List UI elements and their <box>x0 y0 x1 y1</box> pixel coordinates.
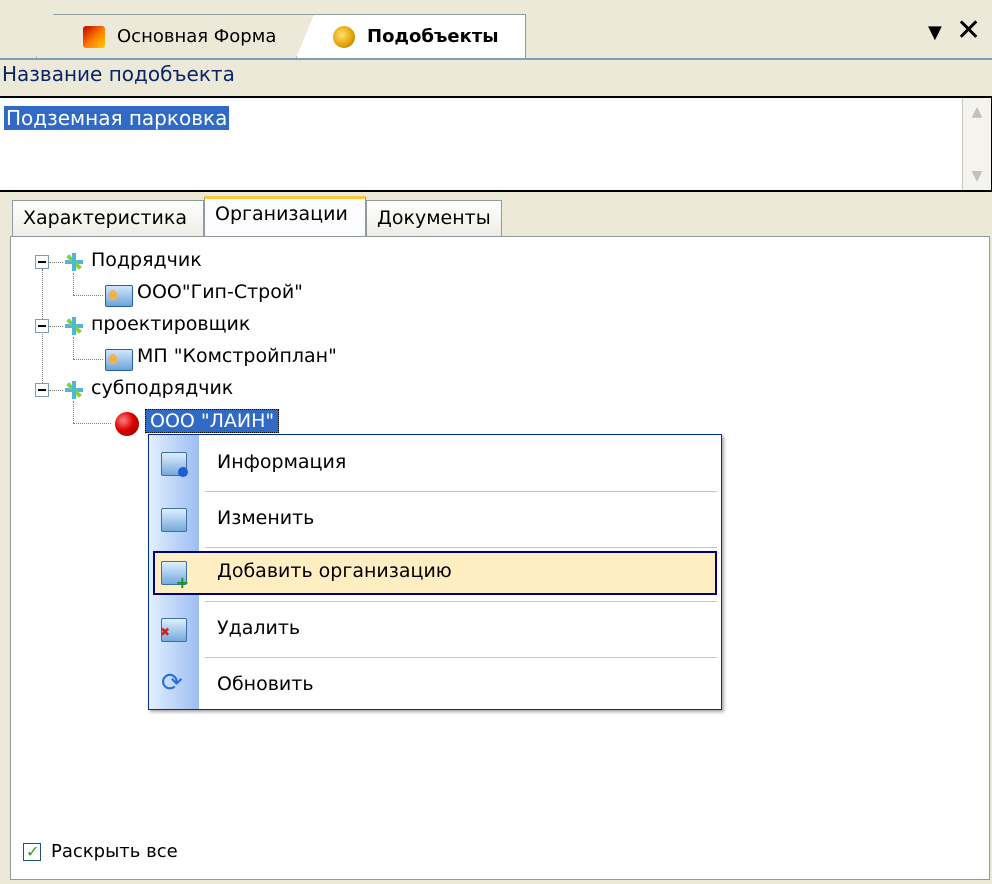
tree-connector <box>49 326 63 327</box>
expand-all-checkbox-row[interactable]: ✓ Раскрыть все <box>23 841 178 862</box>
document-tab-strip: Основная Форма Подобъекты ▼ ✕ <box>0 0 992 60</box>
delete-icon <box>160 618 187 642</box>
scroll-down-icon[interactable]: ▼ <box>963 162 991 190</box>
main-form-icon <box>83 25 105 48</box>
organization-icon <box>105 349 133 371</box>
tab-subobjects-label: Подобъекты <box>367 26 499 47</box>
tab-characteristics[interactable]: Характеристика <box>12 200 204 238</box>
tree-connector <box>73 423 111 424</box>
menu-separator <box>205 491 717 492</box>
collapse-toggle[interactable] <box>35 383 49 397</box>
menu-item-label: Удалить <box>217 617 301 639</box>
tree-group-designer[interactable]: проектировщик <box>91 313 250 335</box>
tree-connector <box>73 401 74 423</box>
dropdown-arrow-icon[interactable]: ▼ <box>928 22 942 43</box>
tree-connector <box>73 273 74 295</box>
menu-item-label: Информация <box>217 451 347 473</box>
menu-item-edit[interactable]: Изменить <box>149 495 721 545</box>
tree-node-gip-stroy[interactable]: ООО"Гип-Строй" <box>137 281 303 303</box>
tree-group-subcontractor[interactable]: субподрядчик <box>91 377 233 399</box>
tree-connector <box>73 295 103 296</box>
group-icon <box>63 315 85 337</box>
collapse-toggle[interactable] <box>35 319 49 333</box>
menu-item-label: Добавить организацию <box>217 560 452 582</box>
tab-main-form-label: Основная Форма <box>117 26 277 47</box>
menu-separator <box>205 657 717 658</box>
tree-node-komstroyplan[interactable]: МП "Комстройплан" <box>137 345 337 367</box>
tree-connector <box>73 337 74 359</box>
menu-item-label: Изменить <box>217 507 315 529</box>
tab-documents[interactable]: Документы <box>366 200 502 238</box>
menu-item-delete[interactable]: Удалить <box>149 605 721 655</box>
name-field-scrollbar[interactable]: ▲ ▼ <box>962 98 991 190</box>
subobject-name-value[interactable]: Подземная парковка <box>4 106 230 130</box>
menu-item-information[interactable]: Информация <box>149 439 721 489</box>
error-status-icon <box>115 412 139 436</box>
tab-organizations[interactable]: Организации <box>204 196 366 238</box>
menu-item-refresh[interactable]: Обновить <box>149 661 721 711</box>
group-icon <box>63 379 85 401</box>
tree-group-contractor[interactable]: Подрядчик <box>91 249 202 271</box>
expand-all-checkbox[interactable]: ✓ <box>23 841 41 861</box>
context-menu: Информация Изменить Добавить организацию… <box>148 434 722 710</box>
subobjects-icon <box>333 25 355 48</box>
add-icon <box>161 561 189 592</box>
expand-all-label[interactable]: Раскрыть все <box>51 841 178 862</box>
tree-connector <box>49 262 63 263</box>
collapse-toggle[interactable] <box>35 255 49 269</box>
menu-item-label: Обновить <box>217 673 314 695</box>
scroll-up-icon[interactable]: ▲ <box>963 98 991 126</box>
tab-subobjects[interactable]: Подобъекты <box>296 14 526 58</box>
menu-separator <box>205 601 717 602</box>
refresh-icon <box>161 668 185 698</box>
tab-main-form[interactable]: Основная Форма <box>36 14 326 58</box>
tree-connector <box>42 269 43 397</box>
tree-connector <box>73 359 103 360</box>
organization-icon <box>105 285 133 307</box>
group-icon <box>63 251 85 273</box>
edit-icon <box>161 508 187 532</box>
checkmark-icon: ✓ <box>26 841 40 861</box>
subobject-name-label: Название подобъекта <box>2 62 235 86</box>
menu-item-add-organization[interactable]: Добавить организацию <box>153 551 717 595</box>
close-icon[interactable]: ✕ <box>956 14 981 48</box>
info-icon <box>161 452 188 477</box>
tree-connector <box>49 390 63 391</box>
tree-node-lain-selected[interactable]: ООО "ЛАИН" <box>145 409 280 433</box>
inner-tab-strip: Характеристика Документы Организации <box>0 196 992 238</box>
menu-separator <box>205 547 717 548</box>
